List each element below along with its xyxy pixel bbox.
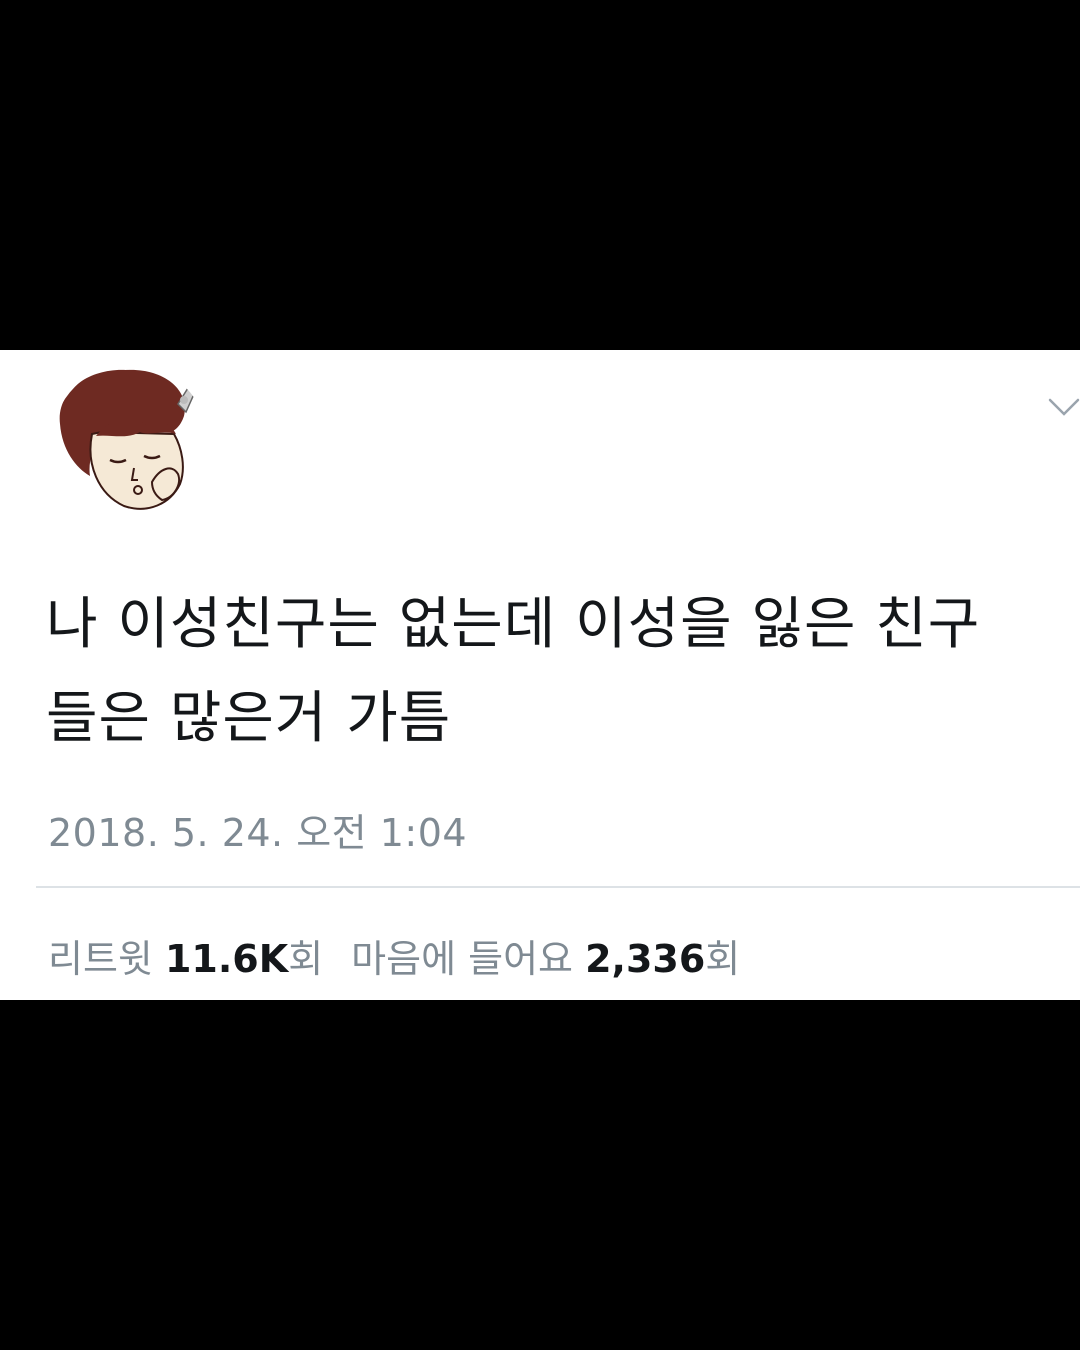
retweet-suffix: 회	[288, 937, 324, 981]
retweet-count: 11.6K	[164, 937, 289, 981]
tweet-menu-button[interactable]	[1040, 392, 1080, 422]
retweet-stat[interactable]: 리트윗 11.6K회	[48, 937, 323, 981]
like-suffix: 회	[705, 937, 741, 981]
tweet-text: 나 이성친구는 없는데 이성을 잃은 친구 들은 많은거 가틈	[46, 592, 981, 751]
cartoon-avatar-icon	[59, 369, 195, 510]
like-count: 2,336	[585, 937, 706, 981]
image-frame: 나 이성친구는 없는데 이성을 잃은 친구 들은 많은거 가틈 2018. 5.…	[0, 0, 1080, 1350]
like-label: 마음에 들어요	[351, 937, 573, 981]
like-stat[interactable]: 마음에 들어요 2,336회	[351, 937, 740, 981]
tweet-stats: 리트윗 11.6K회 마음에 들어요 2,336회	[48, 928, 740, 983]
chevron-down-icon	[1048, 398, 1080, 416]
avatar[interactable]	[52, 364, 208, 520]
tweet-timestamp[interactable]: 2018. 5. 24. 오전 1:04	[48, 802, 467, 857]
divider	[36, 886, 1080, 888]
tweet-card: 나 이성친구는 없는데 이성을 잃은 친구 들은 많은거 가틈 2018. 5.…	[0, 350, 1080, 1000]
retweet-label: 리트윗	[48, 937, 153, 981]
author-handle[interactable]	[232, 452, 432, 472]
author-name[interactable]	[232, 390, 322, 414]
